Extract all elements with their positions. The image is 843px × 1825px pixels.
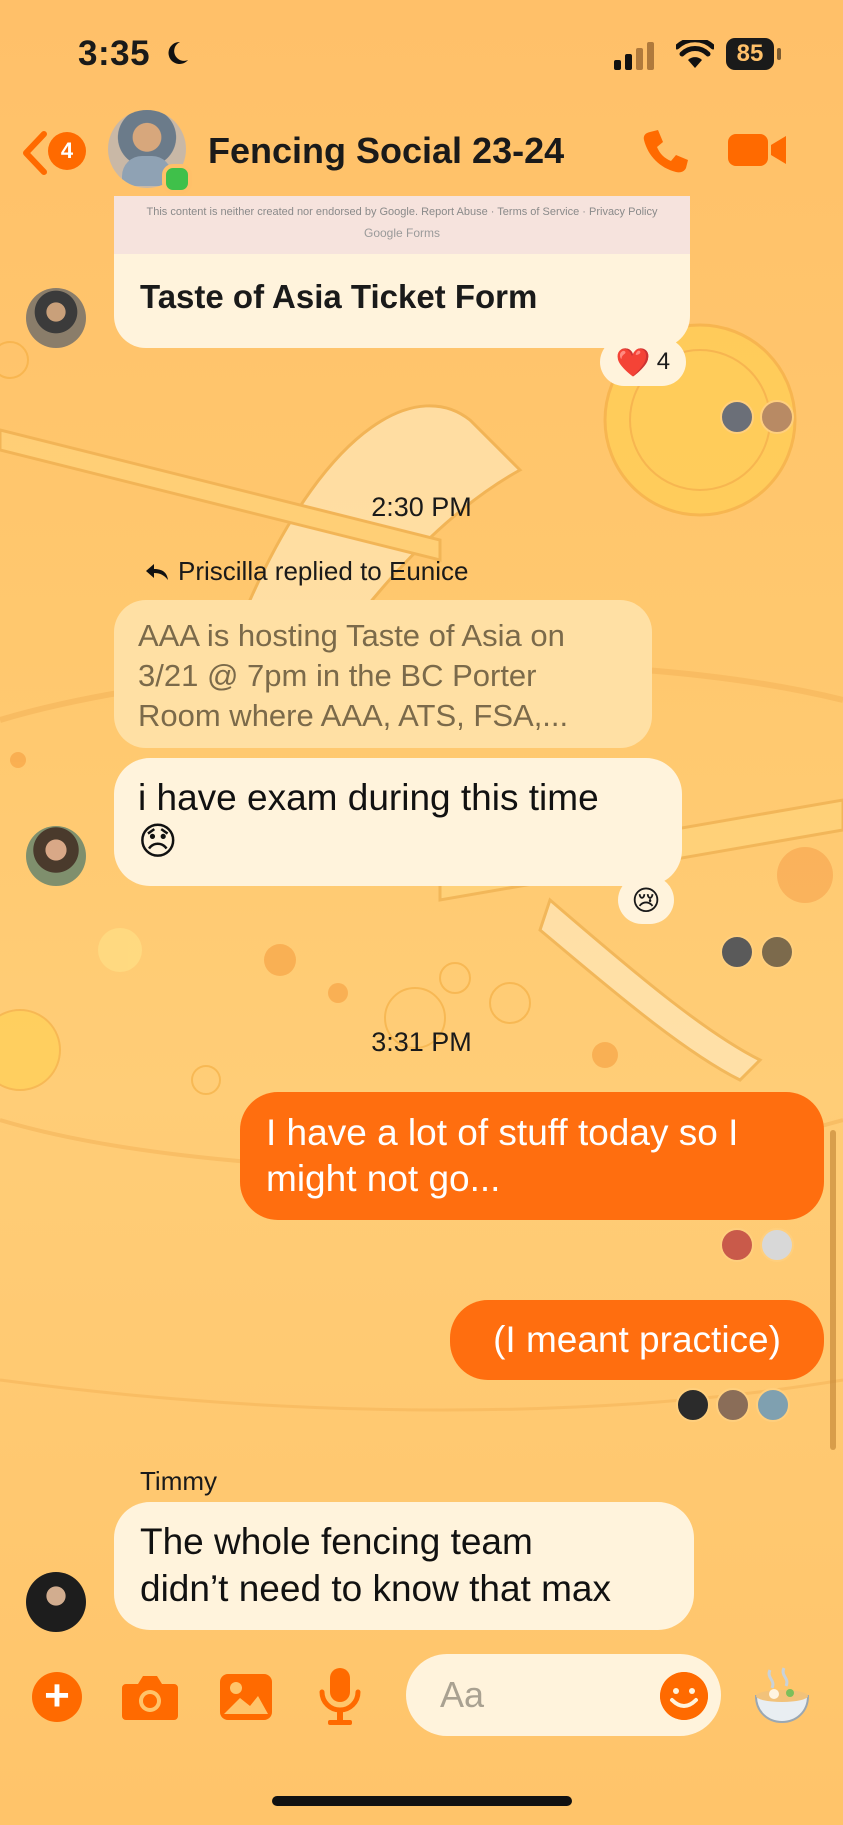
link-preview-brand: Google Forms xyxy=(363,226,441,240)
message-line: might not go... xyxy=(266,1158,501,1199)
link-preview-text: This content is neither created nor endo… xyxy=(146,206,658,218)
read-receipt-avatar xyxy=(716,1388,750,1422)
video-call-icon[interactable] xyxy=(728,130,788,170)
quoted-line: AAA is hosting Taste of Asia on xyxy=(138,618,565,653)
read-receipts xyxy=(720,935,794,969)
crying-reaction-icon: 😢 xyxy=(631,884,661,916)
message-text: (I meant practice) xyxy=(493,1319,781,1360)
quoted-line: 3/21 @ 7pm in the BC Porter xyxy=(138,658,537,693)
link-card-title: Taste of Asia Ticket Form xyxy=(140,278,538,315)
message-list: This content is neither created nor endo… xyxy=(0,0,843,1825)
microphone-icon[interactable] xyxy=(318,1668,362,1726)
emoji-smile-icon[interactable] xyxy=(660,1672,708,1720)
status-bar: 3:35 85 xyxy=(0,0,843,110)
sender-name: Timmy xyxy=(140,1466,218,1496)
sender-avatar[interactable] xyxy=(26,288,86,348)
reaction-count: 4 xyxy=(656,348,671,375)
read-receipt-avatar xyxy=(720,935,754,969)
back-chevron-icon[interactable] xyxy=(18,130,50,176)
home-indicator[interactable] xyxy=(272,1796,572,1806)
timestamp-separator: 3:31 PM xyxy=(371,1027,472,1057)
read-receipt-avatar xyxy=(756,1388,790,1422)
read-receipt-avatar xyxy=(760,935,794,969)
read-receipts xyxy=(720,1228,794,1262)
message-reaction[interactable]: 😢 xyxy=(618,876,674,924)
focus-moon-icon xyxy=(168,41,188,64)
message-line: I have a lot of stuff today so I xyxy=(266,1112,739,1153)
sender-avatar[interactable] xyxy=(26,1572,86,1632)
status-time: 3:35 xyxy=(78,34,151,73)
read-receipt-avatar xyxy=(676,1388,710,1422)
read-receipt-avatar xyxy=(720,400,754,434)
link-preview-image: This content is neither created nor endo… xyxy=(114,196,690,254)
timestamp-separator: 2:30 PM xyxy=(371,492,472,522)
message-line: didn’t need to know that max xyxy=(140,1568,612,1609)
cellular-signal-icon xyxy=(614,42,654,70)
battery-level: 85 xyxy=(736,40,764,67)
reply-label-text: Priscilla replied to Eunice xyxy=(178,556,469,586)
outgoing-message[interactable]: I have a lot of stuff today so I might n… xyxy=(240,1092,824,1220)
battery-indicator: 85 xyxy=(726,38,782,72)
phone-call-icon[interactable] xyxy=(640,126,690,176)
read-receipts xyxy=(676,1388,790,1422)
quoted-message[interactable]: AAA is hosting Taste of Asia on 3/21 @ 7… xyxy=(114,600,652,748)
message-line: The whole fencing team xyxy=(140,1521,533,1562)
reply-arrow-icon xyxy=(146,564,168,580)
read-receipts xyxy=(720,400,794,434)
online-status-dot xyxy=(162,164,192,194)
link-preview-card[interactable]: This content is neither created nor endo… xyxy=(114,196,690,348)
message-text: i have exam during this time xyxy=(138,777,599,818)
scrollbar[interactable] xyxy=(830,1130,836,1450)
sender-avatar[interactable] xyxy=(26,826,86,886)
incoming-message[interactable]: The whole fencing team didn’t need to kn… xyxy=(114,1502,694,1630)
ramen-quick-reaction-icon[interactable] xyxy=(752,1666,812,1726)
chat-header: 4 Fencing Social 23-24 xyxy=(0,110,843,200)
camera-icon[interactable] xyxy=(122,1672,178,1722)
add-more-button[interactable]: + xyxy=(32,1672,82,1722)
message-reaction[interactable]: ❤️ 4 xyxy=(600,338,686,386)
read-receipt-avatar xyxy=(760,1228,794,1262)
chat-title[interactable]: Fencing Social 23-24 xyxy=(208,130,564,172)
read-receipt-avatar xyxy=(720,1228,754,1262)
wifi-icon xyxy=(676,40,714,68)
outgoing-message[interactable]: (I meant practice) xyxy=(450,1300,824,1380)
heart-reaction-icon: ❤️ xyxy=(615,346,651,378)
gallery-icon[interactable] xyxy=(220,1672,272,1722)
incoming-message[interactable]: i have exam during this time 😞 xyxy=(114,758,682,886)
disappointed-emoji: 😞 xyxy=(138,821,178,863)
message-composer: + xyxy=(0,1650,843,1760)
reply-label: Priscilla replied to Eunice xyxy=(178,556,468,587)
read-receipt-avatar xyxy=(760,400,794,434)
quoted-line: Room where AAA, ATS, FSA,... xyxy=(138,698,569,733)
unread-count-badge[interactable]: 4 xyxy=(48,132,86,170)
